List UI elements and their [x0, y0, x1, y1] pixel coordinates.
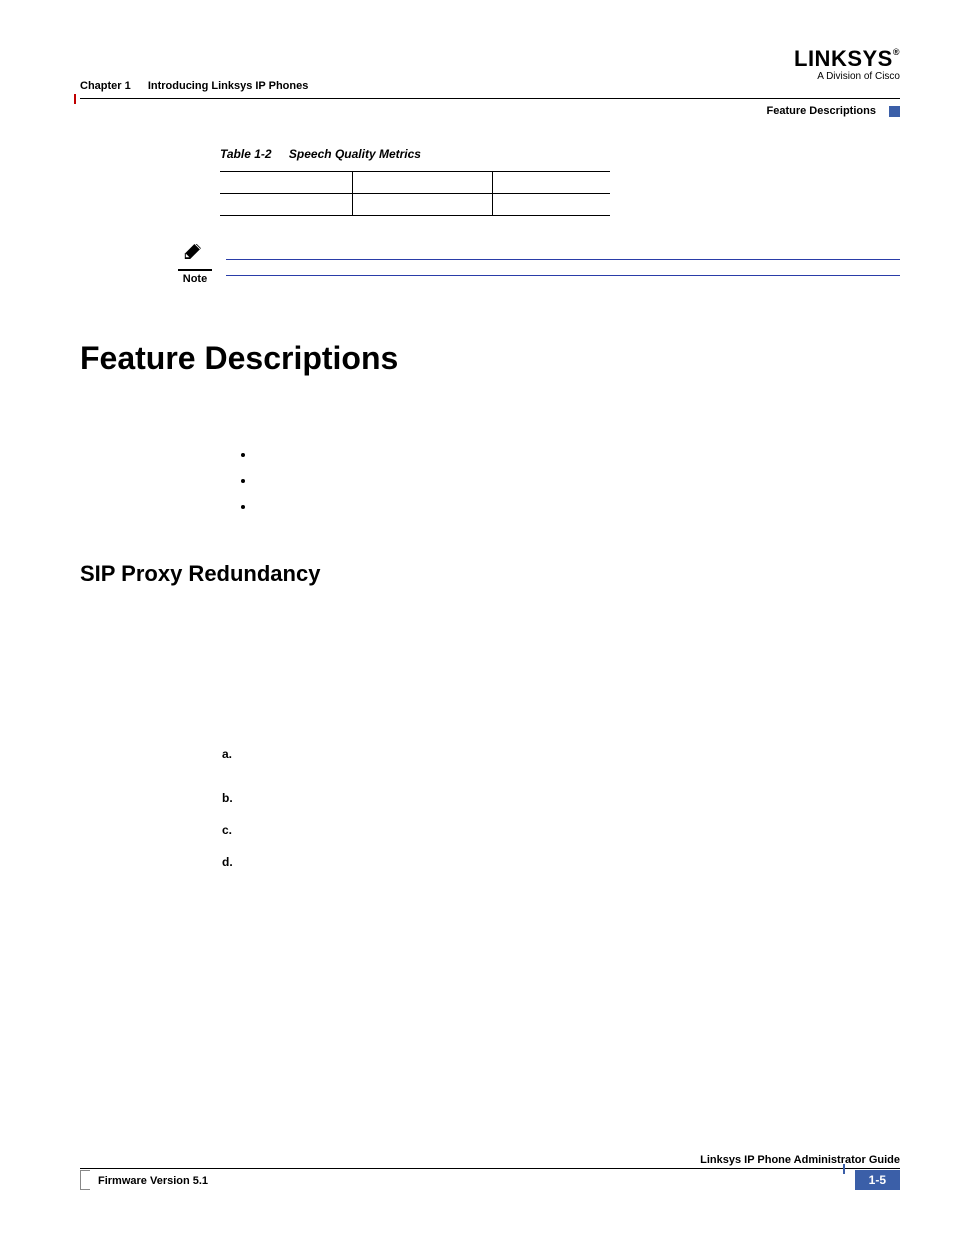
- header-rule-tick: [74, 94, 76, 104]
- table-row: [220, 194, 610, 216]
- footer-box-icon: [80, 1170, 90, 1190]
- list-item: [255, 499, 900, 525]
- note-rule: [226, 260, 900, 276]
- page-content: LINKSYS® A Division of Cisco Chapter 1 I…: [80, 50, 900, 887]
- section-label-row: Feature Descriptions: [80, 105, 900, 117]
- brand-logo-block: LINKSYS® A Division of Cisco: [794, 48, 900, 82]
- note-lines: [226, 244, 900, 276]
- list-item: d.: [222, 855, 900, 869]
- metrics-table: [220, 171, 610, 216]
- note-underline: [178, 269, 212, 271]
- footer-guide-title: Linksys IP Phone Administrator Guide: [80, 1154, 900, 1168]
- brand-logo: LINKSYS®: [794, 48, 900, 70]
- note-block: Note: [170, 244, 900, 285]
- registered-mark: ®: [893, 47, 900, 57]
- brand-tagline: A Division of Cisco: [794, 71, 900, 82]
- note-label: Note: [170, 273, 220, 285]
- footer-rule: [80, 1168, 900, 1169]
- header-rule: [80, 98, 900, 99]
- note-icon-column: Note: [170, 244, 220, 285]
- chapter-title: Introducing Linksys IP Phones: [148, 80, 309, 92]
- list-item: [255, 447, 900, 473]
- table-row: [220, 172, 610, 194]
- chapter-header: Chapter 1 Introducing Linksys IP Phones: [80, 80, 900, 96]
- table-caption: Table 1-2 Speech Quality Metrics: [220, 147, 900, 161]
- list-item: [255, 473, 900, 499]
- section-label: Feature Descriptions: [767, 105, 876, 117]
- ordered-list: a. b. c. d.: [222, 747, 900, 869]
- pencil-icon: [183, 244, 207, 267]
- page-number: 1-5: [855, 1170, 900, 1190]
- heading-2: SIP Proxy Redundancy: [80, 561, 900, 587]
- chapter-number: Chapter 1: [80, 80, 131, 92]
- list-item: a.: [222, 747, 900, 761]
- section-marker-icon: [889, 106, 900, 117]
- footer-bottom-row: Firmware Version 5.1 1-5: [80, 1173, 900, 1193]
- table-title: Speech Quality Metrics: [289, 147, 421, 161]
- body-content: Table 1-2 Speech Quality Metrics Note: [170, 147, 900, 869]
- table-number: Table 1-2: [220, 147, 272, 161]
- list-item: b.: [222, 791, 900, 805]
- firmware-version: Firmware Version 5.1: [98, 1175, 208, 1187]
- logo-text: LINKSYS: [794, 46, 893, 71]
- page-footer: Linksys IP Phone Administrator Guide Fir…: [80, 1154, 900, 1193]
- bullet-list: [255, 447, 900, 525]
- list-item: c.: [222, 823, 900, 837]
- note-rule: [226, 244, 900, 260]
- heading-1: Feature Descriptions: [80, 340, 900, 377]
